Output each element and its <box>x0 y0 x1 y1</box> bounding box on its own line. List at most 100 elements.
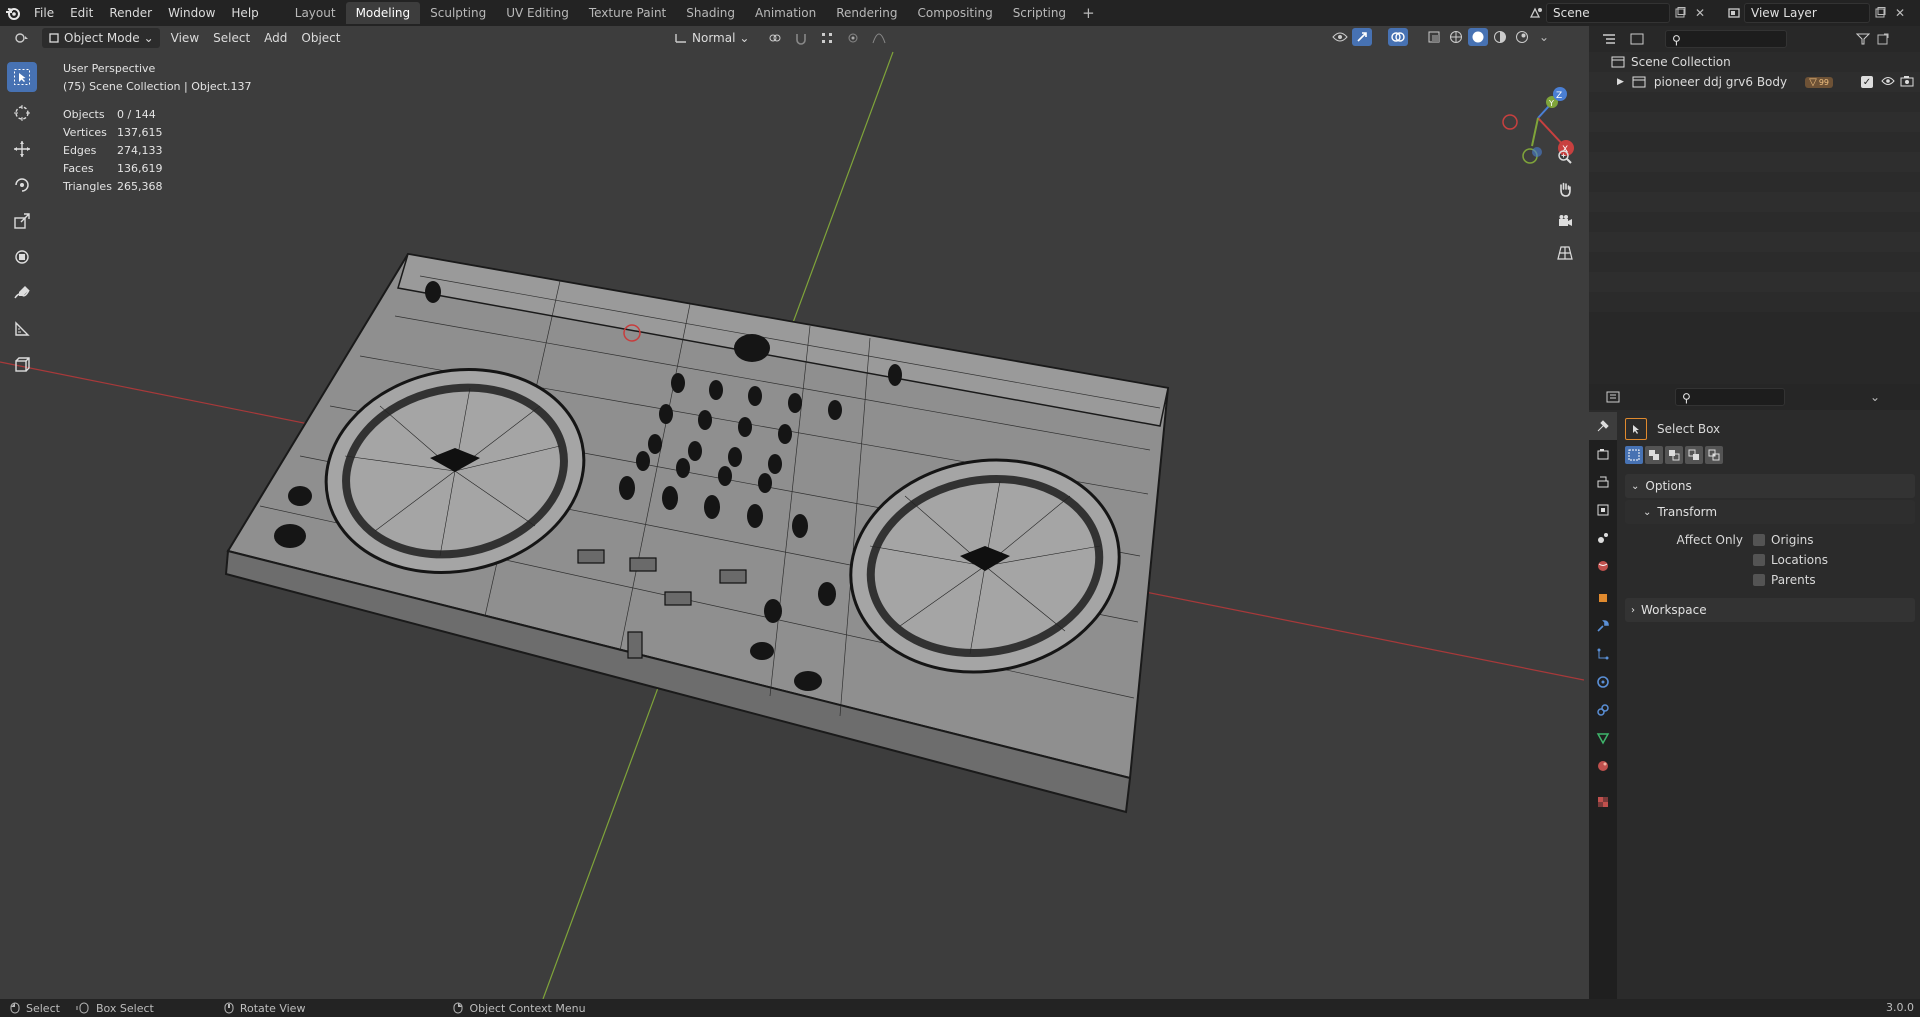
hide-eye-icon[interactable] <box>1881 75 1895 89</box>
filter-icon[interactable] <box>1853 30 1873 48</box>
scale-tool-icon[interactable] <box>7 206 37 236</box>
tab-tool-icon[interactable] <box>1589 412 1617 440</box>
vp-menu-object[interactable]: Object <box>294 28 347 48</box>
snap-target-icon[interactable] <box>817 29 837 47</box>
options-panel-header[interactable]: ⌄ Options <box>1625 474 1915 498</box>
menu-render[interactable]: Render <box>101 2 160 24</box>
delete-view-layer-icon[interactable]: ✕ <box>1890 4 1910 22</box>
perspective-toggle-icon[interactable] <box>1552 240 1578 266</box>
vp-menu-add[interactable]: Add <box>257 28 294 48</box>
shading-rendered-icon[interactable] <box>1512 28 1532 46</box>
properties-editor-type-icon[interactable] <box>1599 388 1627 406</box>
tab-rendering[interactable]: Rendering <box>826 2 907 24</box>
proportional-edit-icon[interactable] <box>843 29 863 47</box>
tab-shading[interactable]: Shading <box>676 2 745 24</box>
exclude-checkbox-icon[interactable]: ✓ <box>1861 76 1873 88</box>
shading-wireframe-icon[interactable] <box>1446 28 1466 46</box>
tab-animation[interactable]: Animation <box>745 2 826 24</box>
move-tool-icon[interactable] <box>7 134 37 164</box>
display-mode-icon[interactable] <box>1623 30 1651 48</box>
zoom-icon[interactable] <box>1552 144 1578 170</box>
scene-name-field[interactable]: Scene <box>1546 3 1670 23</box>
rotate-tool-icon[interactable] <box>7 170 37 200</box>
shading-material-icon[interactable] <box>1490 28 1510 46</box>
properties-search-input[interactable]: ⚲ <box>1675 388 1785 406</box>
tab-output-icon[interactable] <box>1589 468 1617 496</box>
visibility-eye-icon[interactable] <box>1330 28 1350 46</box>
render-camera-icon[interactable] <box>1900 75 1914 90</box>
blender-logo-icon[interactable] <box>0 0 26 26</box>
tab-physics-icon[interactable] <box>1589 668 1617 696</box>
outliner-search-input[interactable]: ⚲ <box>1665 30 1787 48</box>
object-count-badge[interactable]: ▽ 99 <box>1805 76 1834 88</box>
add-workspace-icon[interactable]: + <box>1076 4 1101 22</box>
editor-type-icon[interactable] <box>8 29 36 47</box>
checkbox-locations[interactable]: Locations <box>1753 550 1828 570</box>
menu-edit[interactable]: Edit <box>62 2 101 24</box>
delete-scene-icon[interactable]: ✕ <box>1690 4 1710 22</box>
mode-dropdown[interactable]: Object Mode ⌄ <box>42 28 160 48</box>
tab-compositing[interactable]: Compositing <box>907 2 1002 24</box>
xray-toggle-icon[interactable] <box>1424 28 1444 46</box>
transform-subpanel-header[interactable]: ⌄ Transform <box>1625 500 1915 524</box>
tab-object-icon[interactable] <box>1589 584 1617 612</box>
shading-options-chevron-icon[interactable]: ⌄ <box>1534 28 1554 46</box>
tab-view-layer-icon[interactable] <box>1589 496 1617 524</box>
tab-scene-icon[interactable] <box>1589 524 1617 552</box>
camera-view-icon[interactable] <box>1552 208 1578 234</box>
mode-subtract-icon[interactable] <box>1665 446 1683 464</box>
menu-help[interactable]: Help <box>223 2 266 24</box>
3d-viewport[interactable]: Object Mode ⌄ View Select Add Object Nor… <box>0 26 1584 999</box>
mode-invert-icon[interactable] <box>1685 446 1703 464</box>
checkbox-box[interactable] <box>1753 534 1765 546</box>
add-cube-tool-icon[interactable] <box>7 350 37 380</box>
view-layer-icon[interactable] <box>1724 4 1744 22</box>
tab-sculpting[interactable]: Sculpting <box>420 2 496 24</box>
tab-uv-editing[interactable]: UV Editing <box>496 2 579 24</box>
outliner-row-item[interactable]: ▶ pioneer ddj grv6 Body ▽ 99 ✓ <box>1589 72 1920 92</box>
tab-constraints-icon[interactable] <box>1589 696 1617 724</box>
mode-extend-icon[interactable] <box>1645 446 1663 464</box>
checkbox-origins[interactable]: Origins <box>1753 530 1828 550</box>
tab-texture-icon[interactable] <box>1589 788 1617 816</box>
orientation-dropdown[interactable]: Normal ⌄ <box>668 28 755 48</box>
snap-toggle-icon[interactable] <box>791 29 811 47</box>
cursor-tool-icon[interactable] <box>7 98 37 128</box>
shading-solid-icon[interactable] <box>1468 28 1488 46</box>
new-view-layer-icon[interactable] <box>1870 4 1890 22</box>
tab-texture-paint[interactable]: Texture Paint <box>579 2 676 24</box>
expand-arrow-icon[interactable]: ▶ <box>1617 77 1624 87</box>
vp-menu-view[interactable]: View <box>164 28 206 48</box>
properties-options-chevron-icon[interactable]: ⌄ <box>1865 388 1885 406</box>
mode-set-icon[interactable] <box>1625 446 1643 464</box>
tab-particles-icon[interactable] <box>1589 640 1617 668</box>
tab-material-icon[interactable] <box>1589 752 1617 780</box>
annotate-tool-icon[interactable] <box>7 278 37 308</box>
mode-intersect-icon[interactable] <box>1705 446 1723 464</box>
outliner-editor-type-icon[interactable] <box>1595 30 1623 48</box>
gizmo-toggle-icon[interactable] <box>1352 28 1372 46</box>
checkbox-parents[interactable]: Parents <box>1753 570 1828 590</box>
tab-data-icon[interactable] <box>1589 724 1617 752</box>
view-layer-name-field[interactable]: View Layer <box>1744 3 1870 23</box>
tab-layout[interactable]: Layout <box>285 2 346 24</box>
new-scene-icon[interactable] <box>1670 4 1690 22</box>
workspace-panel-header[interactable]: › Workspace <box>1625 598 1915 622</box>
falloff-icon[interactable] <box>869 29 889 47</box>
overlays-toggle-icon[interactable] <box>1388 28 1408 46</box>
tab-world-icon[interactable] <box>1589 552 1617 580</box>
vp-menu-select[interactable]: Select <box>206 28 257 48</box>
tab-render-icon[interactable] <box>1589 440 1617 468</box>
pivot-point-icon[interactable] <box>765 29 785 47</box>
checkbox-box[interactable] <box>1753 574 1765 586</box>
measure-tool-icon[interactable] <box>7 314 37 344</box>
menu-window[interactable]: Window <box>160 2 223 24</box>
checkbox-box[interactable] <box>1753 554 1765 566</box>
scene-icon[interactable] <box>1526 4 1546 22</box>
outliner-row-scene-collection[interactable]: Scene Collection <box>1589 52 1920 72</box>
tab-modifiers-icon[interactable] <box>1589 612 1617 640</box>
transform-tool-icon[interactable] <box>7 242 37 272</box>
select-box-tool-icon[interactable] <box>7 62 37 92</box>
new-collection-icon[interactable] <box>1873 30 1893 48</box>
tab-scripting[interactable]: Scripting <box>1003 2 1076 24</box>
